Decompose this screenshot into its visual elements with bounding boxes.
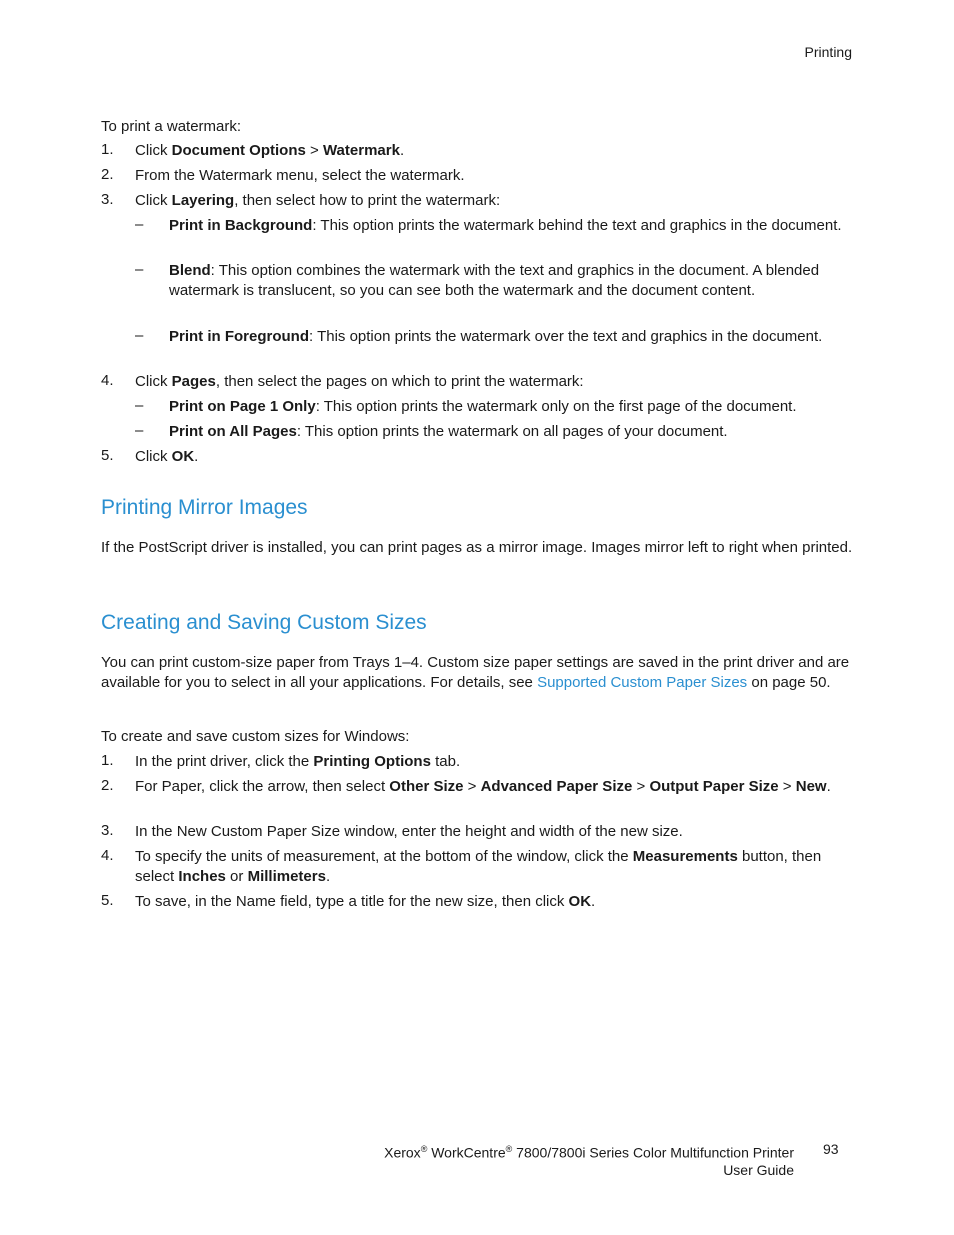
step-number: 1. [101, 752, 114, 769]
step-number: 5. [101, 447, 114, 464]
layering-option: Print in Foreground: This option prints … [169, 328, 823, 345]
pages-option: Print on All Pages: This option prints t… [169, 423, 728, 440]
custom-step-3: In the New Custom Paper Size window, ent… [135, 823, 683, 840]
step-5: Click OK. [135, 448, 199, 465]
footer-product: Xerox® WorkCentre® 7800/7800i Series Col… [384, 1144, 794, 1178]
custom-body: You can print custom-size paper from Tra… [101, 654, 850, 691]
custom-step-5: To save, in the Name field, type a title… [135, 893, 596, 910]
supported-sizes-link[interactable]: Supported Custom Paper Sizes [537, 674, 747, 691]
footer-guide: User Guide [723, 1161, 794, 1178]
mirror-body: If the PostScript driver is installed, y… [101, 539, 853, 556]
custom-step-2: For Paper, click the arrow, then select … [135, 778, 831, 795]
step-4: Click Pages, then select the pages on wh… [135, 373, 584, 390]
page-number: 93 [823, 1141, 839, 1157]
heading-mirror-images: Printing Mirror Images [101, 496, 308, 519]
layering-option: Print in Background: This option prints … [169, 217, 842, 234]
step-number: 2. [101, 166, 114, 183]
step-number: 2. [101, 777, 114, 794]
step-number: 1. [101, 141, 114, 158]
watermark-intro: To print a watermark: [101, 118, 242, 135]
step-3: Click Layering, then select how to print… [135, 192, 501, 209]
dash-bullet: – [135, 397, 144, 414]
running-header: Printing [804, 44, 852, 60]
step-number: 5. [101, 892, 114, 909]
step-number: 4. [101, 847, 114, 864]
heading-custom-sizes: Creating and Saving Custom Sizes [101, 611, 427, 634]
dash-bullet: – [135, 261, 144, 278]
pages-option: Print on Page 1 Only: This option prints… [169, 398, 797, 415]
dash-bullet: – [135, 422, 144, 439]
layering-option: Blend: This option combines the watermar… [169, 262, 820, 299]
custom-step-1: In the print driver, click the Printing … [135, 753, 461, 770]
dash-bullet: – [135, 327, 144, 344]
step-2: From the Watermark menu, select the wate… [135, 167, 465, 184]
dash-bullet: – [135, 216, 144, 233]
step-1: Click Document Options > Watermark. [135, 142, 405, 159]
custom-step-4: To specify the units of measurement, at … [135, 848, 822, 885]
step-number: 4. [101, 372, 114, 389]
step-number: 3. [101, 822, 114, 839]
step-number: 3. [101, 191, 114, 208]
custom-intro: To create and save custom sizes for Wind… [101, 728, 410, 745]
